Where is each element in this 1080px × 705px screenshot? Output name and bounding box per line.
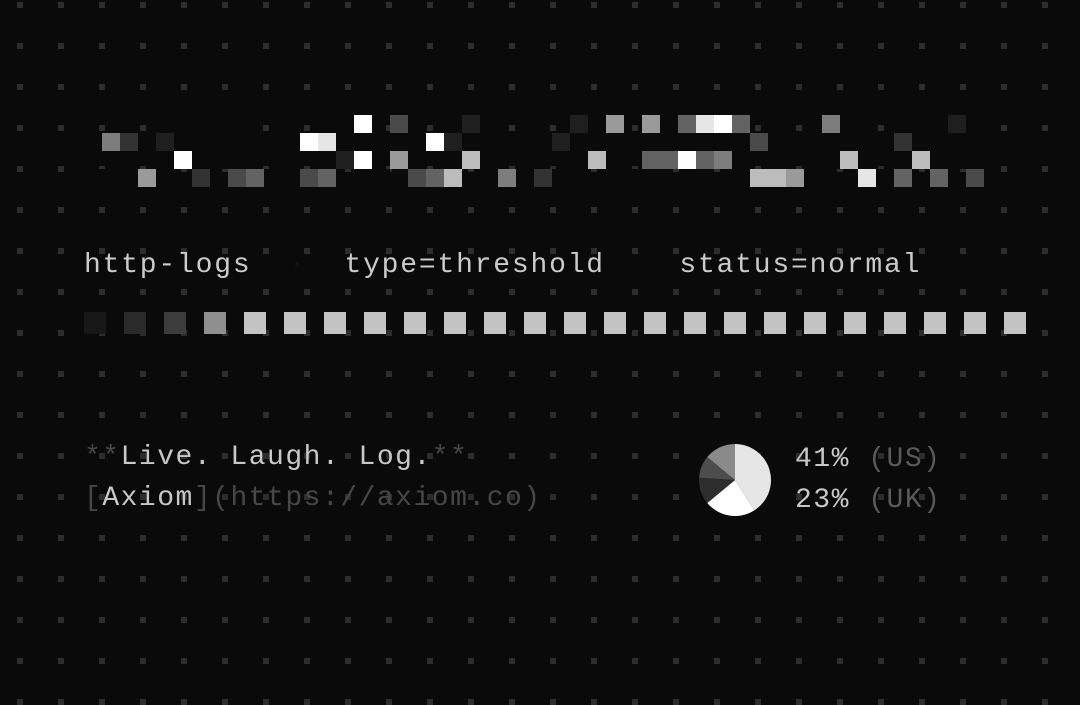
- legend-row-2: 23% (UK): [795, 485, 941, 516]
- sep-b: [624, 250, 661, 281]
- progress-cell: [324, 312, 346, 334]
- bold-marker-close: **: [432, 442, 469, 473]
- tags-line: http-logs · type=threshold status=normal: [84, 250, 921, 281]
- progress-cell: [164, 312, 186, 334]
- paren-open: (: [212, 483, 230, 514]
- progress-cell: [524, 312, 546, 334]
- legend-cc: (US): [868, 444, 941, 475]
- link-url: https://axiom.co: [230, 483, 523, 514]
- progress-cell: [284, 312, 306, 334]
- progress-cell: [404, 312, 426, 334]
- progress-cell: [844, 312, 866, 334]
- progress-cell: [964, 312, 986, 334]
- progress-cell: [764, 312, 786, 334]
- pie-icon: [695, 440, 775, 520]
- progress-cell: [484, 312, 506, 334]
- progress-cell: [244, 312, 266, 334]
- bold-marker-open: **: [84, 442, 121, 473]
- progress-cell: [564, 312, 586, 334]
- slogan-text: Live. Laugh. Log.: [121, 442, 432, 473]
- progress-cell: [604, 312, 626, 334]
- sep-a: ·: [270, 250, 326, 281]
- link-label: Axiom: [102, 483, 194, 514]
- legend-row-1: 41% (US): [795, 444, 941, 475]
- tag-source: http-logs: [84, 250, 251, 281]
- progress-cell: [204, 312, 226, 334]
- legend-pct: 41%: [795, 444, 850, 475]
- progress-cell: [884, 312, 906, 334]
- bracket-open: [: [84, 483, 102, 514]
- square-row: [84, 312, 1026, 334]
- progress-cell: [444, 312, 466, 334]
- progress-cell: [924, 312, 946, 334]
- progress-cell: [804, 312, 826, 334]
- progress-cell: [684, 312, 706, 334]
- paren-close: ): [523, 483, 541, 514]
- tag-status: status=normal: [679, 250, 921, 281]
- noise-strip: [84, 115, 984, 187]
- progress-cell: [644, 312, 666, 334]
- progress-cell: [364, 312, 386, 334]
- canvas: http-logs · type=threshold status=normal…: [0, 0, 1080, 662]
- bracket-close: ]: [194, 483, 212, 514]
- md-line-1: **Live. Laugh. Log.**: [84, 442, 468, 473]
- progress-cell: [724, 312, 746, 334]
- tag-type: type=threshold: [344, 250, 604, 281]
- progress-cell: [84, 312, 106, 334]
- md-line-2[interactable]: [Axiom](https://axiom.co): [84, 483, 542, 514]
- legend-pct: 23%: [795, 485, 850, 516]
- legend-cc: (UK): [868, 485, 941, 516]
- progress-cell: [1004, 312, 1026, 334]
- progress-cell: [124, 312, 146, 334]
